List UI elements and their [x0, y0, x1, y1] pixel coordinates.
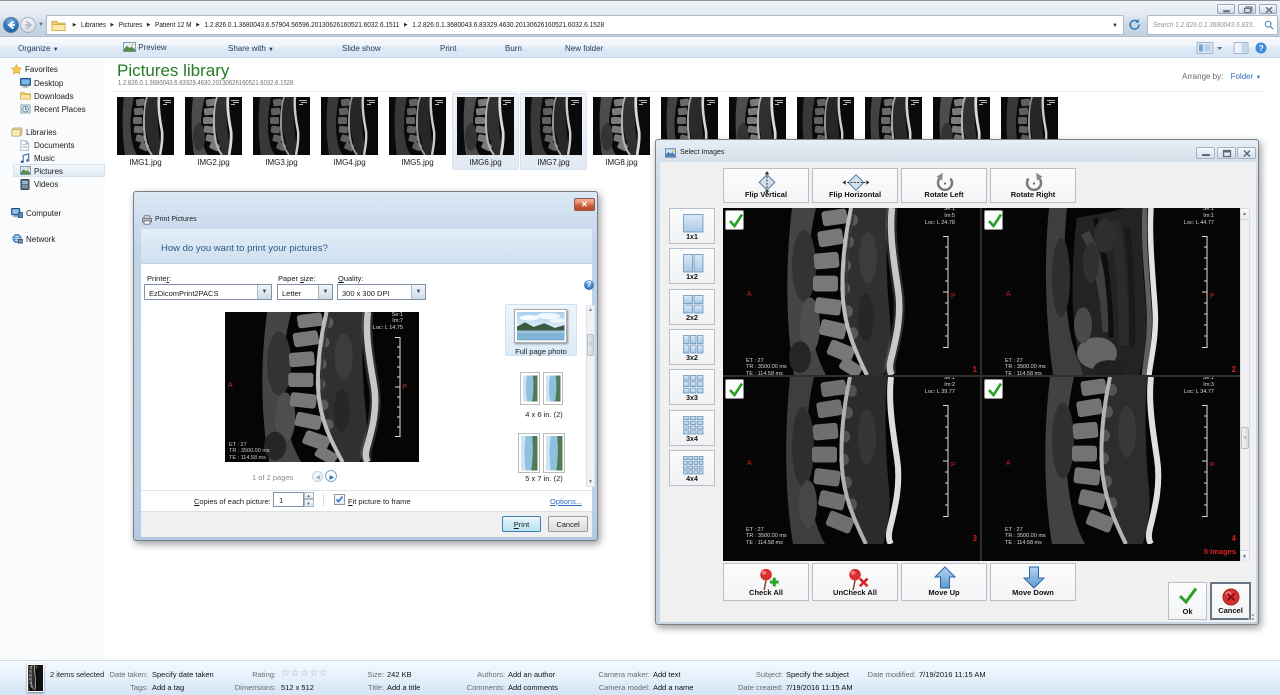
svg-text:?: ? — [1259, 44, 1264, 53]
